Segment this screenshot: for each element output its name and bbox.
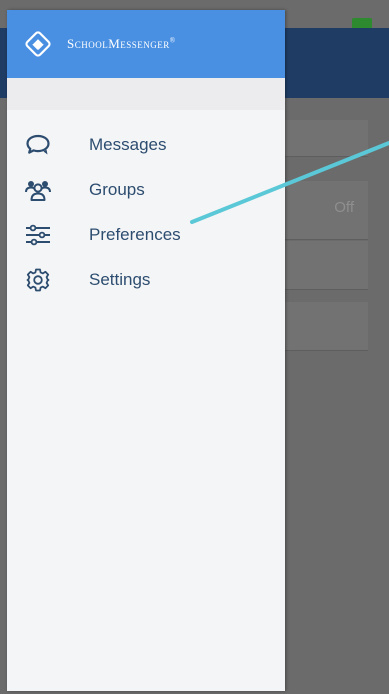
menu-item-label: Messages (89, 134, 167, 154)
background-toggle-value: Off (334, 199, 354, 216)
schoolmessenger-logo-icon (23, 29, 53, 59)
gear-icon (25, 267, 51, 293)
menu-item-settings[interactable]: Settings (7, 257, 285, 302)
sliders-icon (25, 222, 51, 248)
drawer-menu: Messages Groups Preferences Settings (7, 110, 285, 302)
menu-item-preferences[interactable]: Preferences (7, 212, 285, 257)
chat-bubbles-icon (25, 132, 51, 158)
drawer-header: SchoolMessenger® (7, 10, 285, 78)
menu-item-label: Preferences (89, 224, 181, 244)
brand-name: SchoolMessenger® (67, 36, 176, 51)
battery-indicator (352, 18, 372, 28)
menu-item-label: Settings (89, 269, 151, 289)
side-drawer: SchoolMessenger® Messages Groups Prefere… (7, 10, 285, 691)
group-people-icon (25, 177, 51, 203)
menu-item-messages[interactable]: Messages (7, 122, 285, 167)
drawer-spacer (7, 78, 285, 110)
menu-item-label: Groups (89, 179, 145, 199)
menu-item-groups[interactable]: Groups (7, 167, 285, 212)
